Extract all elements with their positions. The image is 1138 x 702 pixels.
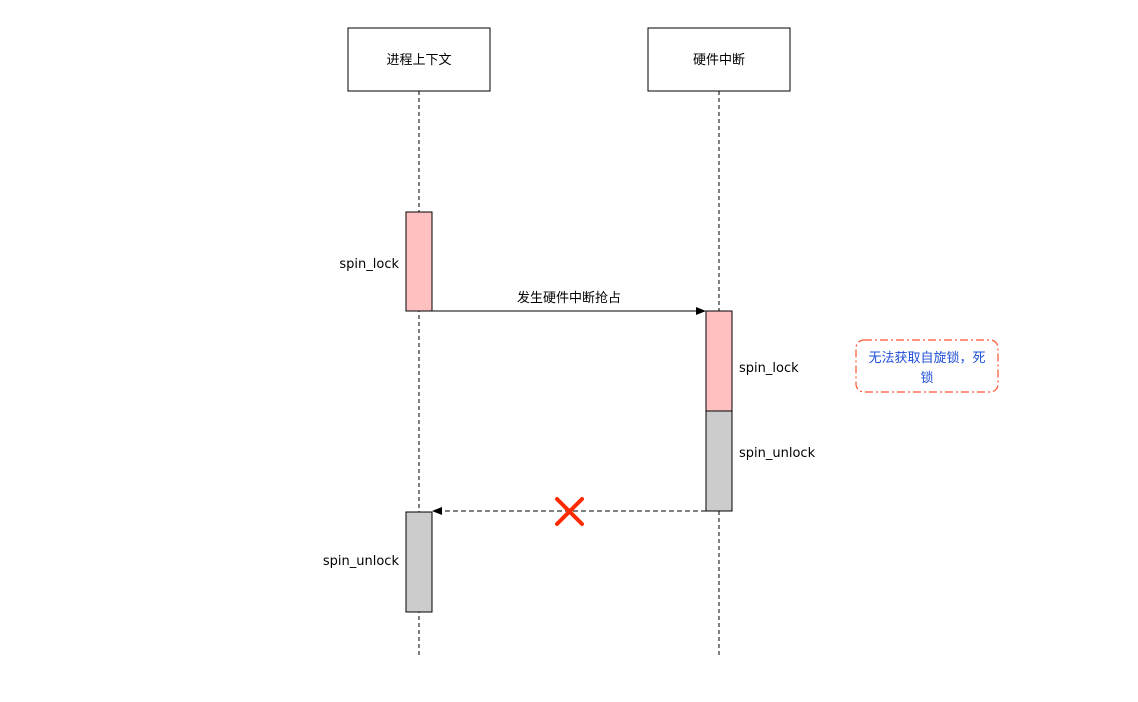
participant-process: 进程上下文: [347, 27, 491, 92]
participant-irq: 硬件中断: [647, 27, 791, 92]
activation-process-lock-label: spin_lock: [339, 257, 399, 272]
participant-process-label: 进程上下文: [386, 53, 451, 68]
activation-irq-unlock: [705, 410, 733, 512]
sequence-diagram: 进程上下文 硬件中断 spin_lock 发生硬件中断抢占 spin_lock …: [323, 27, 999, 655]
activation-process-unlock-label: spin_unlock: [323, 554, 400, 569]
activation-process-lock: [405, 211, 433, 312]
deadlock-note-line2: 锁: [920, 370, 933, 386]
activation-irq-lock: [705, 310, 733, 412]
activation-irq-lock-label: spin_lock: [739, 361, 799, 376]
deadlock-note-line1: 无法获取自旋锁，死: [868, 350, 985, 366]
deadlock-note: 无法获取自旋锁，死 锁: [855, 339, 999, 393]
activation-irq-unlock-label: spin_unlock: [739, 446, 816, 461]
activation-process-unlock: [405, 511, 433, 613]
participant-irq-label: 硬件中断: [693, 53, 745, 68]
message-preempt-label: 发生硬件中断抢占: [517, 290, 621, 306]
